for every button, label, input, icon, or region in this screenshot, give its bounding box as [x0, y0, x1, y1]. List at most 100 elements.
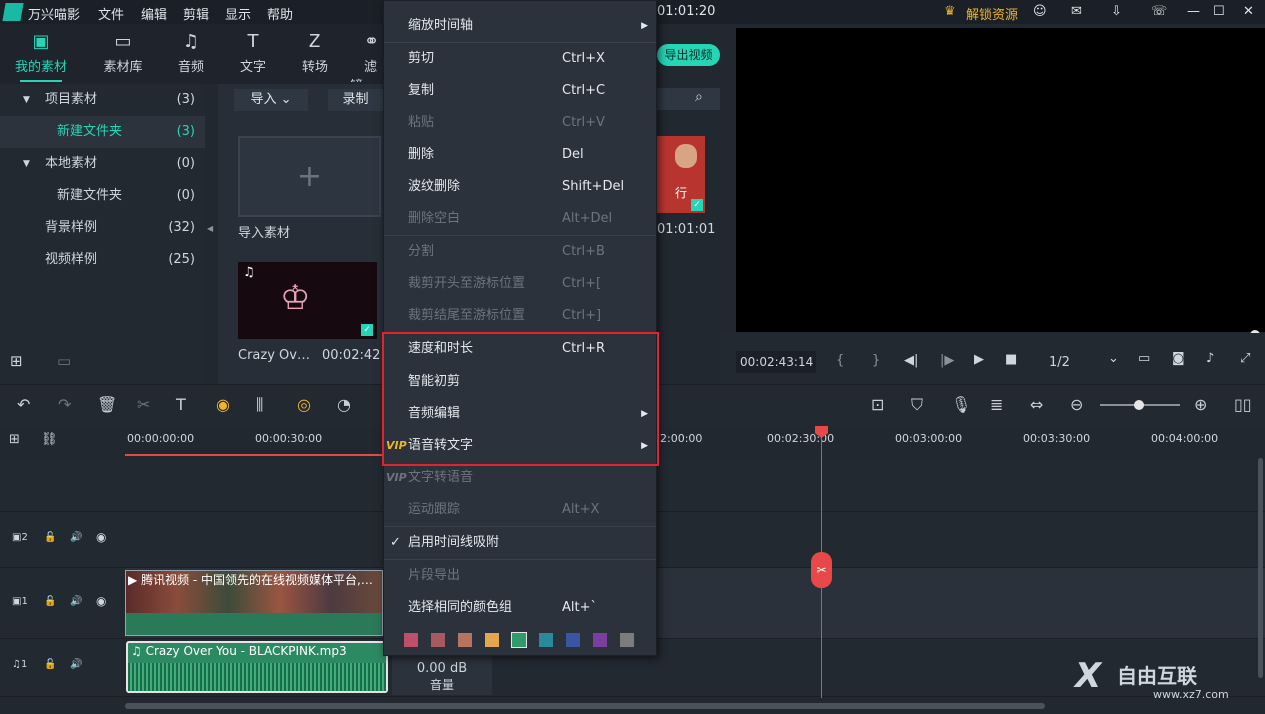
menu-item-delete-gap[interactable]: 删除空白 Alt+Del — [384, 203, 656, 235]
audio-clip[interactable]: ♫ Crazy Over You - BLACKPINK.mp3 — [126, 641, 388, 693]
tab-filter[interactable]: ⚭ 滤镜 — [350, 24, 383, 83]
color-swatch[interactable] — [485, 633, 499, 647]
track-scrollbar[interactable] — [1258, 458, 1263, 678]
page-indicator[interactable]: 1/2 — [1049, 355, 1070, 370]
tree-item-background-samples[interactable]: 背景样例 (32) — [0, 212, 205, 244]
menu-item-copy[interactable]: 复制 Ctrl+C — [384, 75, 656, 107]
export-video-button[interactable]: 导出视频 — [657, 44, 720, 66]
track-v1[interactable]: ▶ 腾讯视频 - 中国领先的在线视频媒体平台,… — [125, 568, 1265, 639]
fit-icon[interactable]: ⇔ — [1030, 395, 1043, 414]
menu-edit[interactable]: 编辑 — [141, 4, 167, 23]
import-media-tile[interactable]: + — [238, 136, 381, 217]
volume-icon[interactable]: ♪ — [1206, 351, 1214, 366]
mic-icon[interactable]: 🎙 — [951, 395, 971, 414]
scissors-icon[interactable]: ✂ — [811, 552, 832, 588]
menu-item-motion-tracking[interactable]: 运动跟踪 Alt+X — [384, 494, 656, 526]
play-icon[interactable]: ▶ — [974, 352, 984, 367]
menu-item-paste[interactable]: 粘贴 Ctrl+V — [384, 107, 656, 139]
tab-text[interactable]: T 文字 — [226, 24, 280, 82]
add-track-icon[interactable]: ⊞ — [9, 432, 20, 447]
audio-clip-thumbnail[interactable]: ♫ ♔ ✓ — [238, 262, 377, 339]
track-empty[interactable] — [125, 458, 1265, 512]
color-swatch[interactable] — [458, 633, 472, 647]
expand-arrow-icon[interactable]: ▼ — [23, 148, 30, 180]
mark-in-icon[interactable]: { — [836, 353, 844, 368]
timeline-scrollbar[interactable] — [125, 703, 1045, 709]
color-swatch[interactable] — [593, 633, 607, 647]
menu-clip[interactable]: 剪辑 — [183, 4, 209, 23]
message-icon[interactable]: ✉ — [1071, 4, 1082, 19]
tree-item-video-samples[interactable]: 视频样例 (25) — [0, 244, 205, 276]
menu-item-ripple-delete[interactable]: 波纹删除 Shift+Del — [384, 171, 656, 203]
menu-item-select-color-group[interactable]: 选择相同的颜色组 Alt+` — [384, 592, 656, 624]
collapse-arrow-icon[interactable]: ◀ — [207, 224, 213, 233]
tab-transition[interactable]: Ꮓ 转场 — [290, 24, 340, 82]
menu-item-cut[interactable]: 剪切 Ctrl+X — [384, 43, 656, 75]
account-icon[interactable]: ☺ — [1033, 4, 1047, 19]
eye-icon[interactable]: ◉ — [96, 594, 106, 608]
expand-arrow-icon[interactable]: ▼ — [23, 84, 30, 116]
zoom-out-icon[interactable]: ⊖ — [1070, 395, 1083, 414]
search-input[interactable]: ⌕ — [657, 88, 720, 110]
mute-icon[interactable]: 🔊 — [70, 596, 82, 607]
video-clip-thumbnail[interactable]: 行 ✓ — [657, 136, 705, 213]
zoom-in-icon[interactable]: ⊕ — [1194, 395, 1207, 414]
audio-split-icon[interactable]: ⫼ — [256, 395, 263, 415]
tab-library[interactable]: ▭ 素材库 — [92, 24, 154, 82]
video-clip[interactable]: ▶ 腾讯视频 - 中国领先的在线视频媒体平台,… — [125, 570, 383, 636]
maximize-icon[interactable]: ☐ — [1213, 4, 1225, 19]
add-text-icon[interactable]: T — [176, 395, 186, 414]
add-folder-icon[interactable]: ⊞ — [10, 352, 23, 370]
mark-out-icon[interactable]: } — [872, 353, 880, 368]
track-v2[interactable] — [125, 512, 1265, 568]
layout-icon[interactable]: ▯▯ — [1234, 395, 1252, 414]
tree-item-local-media[interactable]: ▼ 本地素材 (0) — [0, 148, 205, 180]
unlock-resources-link[interactable]: 解锁资源 — [966, 4, 1018, 23]
redo-icon[interactable]: ↷ — [58, 395, 71, 414]
fullscreen-icon[interactable]: ⤢ — [1240, 351, 1250, 366]
menu-item-trim-end[interactable]: 裁剪结尾至游标位置 Ctrl+] — [384, 300, 656, 332]
menu-item-zoom-timeline[interactable]: 缩放时间轴 ▶ — [384, 10, 656, 42]
tree-item-project-media[interactable]: ▼ 项目素材 (3) — [0, 84, 205, 116]
minimize-icon[interactable]: — — [1187, 4, 1200, 19]
menu-item-clip-export[interactable]: 片段导出 — [384, 560, 656, 592]
lock-icon[interactable]: 🔓 — [44, 596, 56, 607]
next-frame-icon[interactable]: |▶ — [940, 353, 954, 368]
eye-icon[interactable]: ◉ — [96, 530, 106, 544]
import-button[interactable]: 导入 ⌄ — [234, 89, 308, 111]
undo-icon[interactable]: ↶ — [17, 395, 30, 414]
menu-item-split[interactable]: 分割 Ctrl+B — [384, 236, 656, 268]
menu-item-timeline-snap[interactable]: ✓ 启用时间线吸附 — [384, 527, 656, 559]
support-icon[interactable]: ☏ — [1151, 4, 1167, 19]
download-icon[interactable]: ⇩ — [1111, 4, 1122, 19]
tab-my-media[interactable]: ▣ 我的素材 — [10, 24, 72, 82]
ai-icon[interactable]: ◉ — [216, 395, 230, 414]
menu-item-delete[interactable]: 删除 Del — [384, 139, 656, 171]
record-button[interactable]: 录制 — [328, 89, 383, 111]
render-icon[interactable]: ⊡ — [871, 395, 884, 414]
lock-icon[interactable]: 🔓 — [44, 659, 56, 670]
mute-icon[interactable]: 🔊 — [70, 659, 82, 670]
color-swatch[interactable] — [539, 633, 553, 647]
display-icon[interactable]: ▭ — [1138, 351, 1150, 366]
color-swatch-selected[interactable] — [511, 632, 527, 648]
tree-item-new-folder-1[interactable]: 新建文件夹 (3) — [0, 116, 205, 148]
color-swatch[interactable] — [404, 633, 418, 647]
camera-icon[interactable]: ◙ — [1172, 351, 1185, 366]
color-swatch[interactable] — [620, 633, 634, 647]
menu-help[interactable]: 帮助 — [267, 4, 293, 23]
delete-icon[interactable]: 🗑 — [97, 395, 117, 414]
menu-view[interactable]: 显示 — [225, 4, 251, 23]
mixer-icon[interactable]: ≣ — [990, 395, 1003, 414]
marker-icon[interactable]: ⛉ — [911, 395, 923, 415]
link-icon[interactable]: ⛓ — [41, 432, 58, 447]
stop-icon[interactable]: ■ — [1005, 352, 1017, 367]
chevron-down-icon[interactable]: ⌄ — [1108, 351, 1119, 366]
lock-icon[interactable]: 🔓 — [44, 532, 56, 543]
menu-file[interactable]: 文件 — [98, 4, 124, 23]
tts-icon[interactable]: ◎ — [297, 395, 311, 414]
tab-audio[interactable]: ♫ 音频 — [162, 24, 220, 82]
close-icon[interactable]: ✕ — [1243, 4, 1254, 19]
folder-outline-icon[interactable]: ▭ — [57, 352, 71, 370]
menu-item-trim-start[interactable]: 裁剪开头至游标位置 Ctrl+[ — [384, 268, 656, 300]
